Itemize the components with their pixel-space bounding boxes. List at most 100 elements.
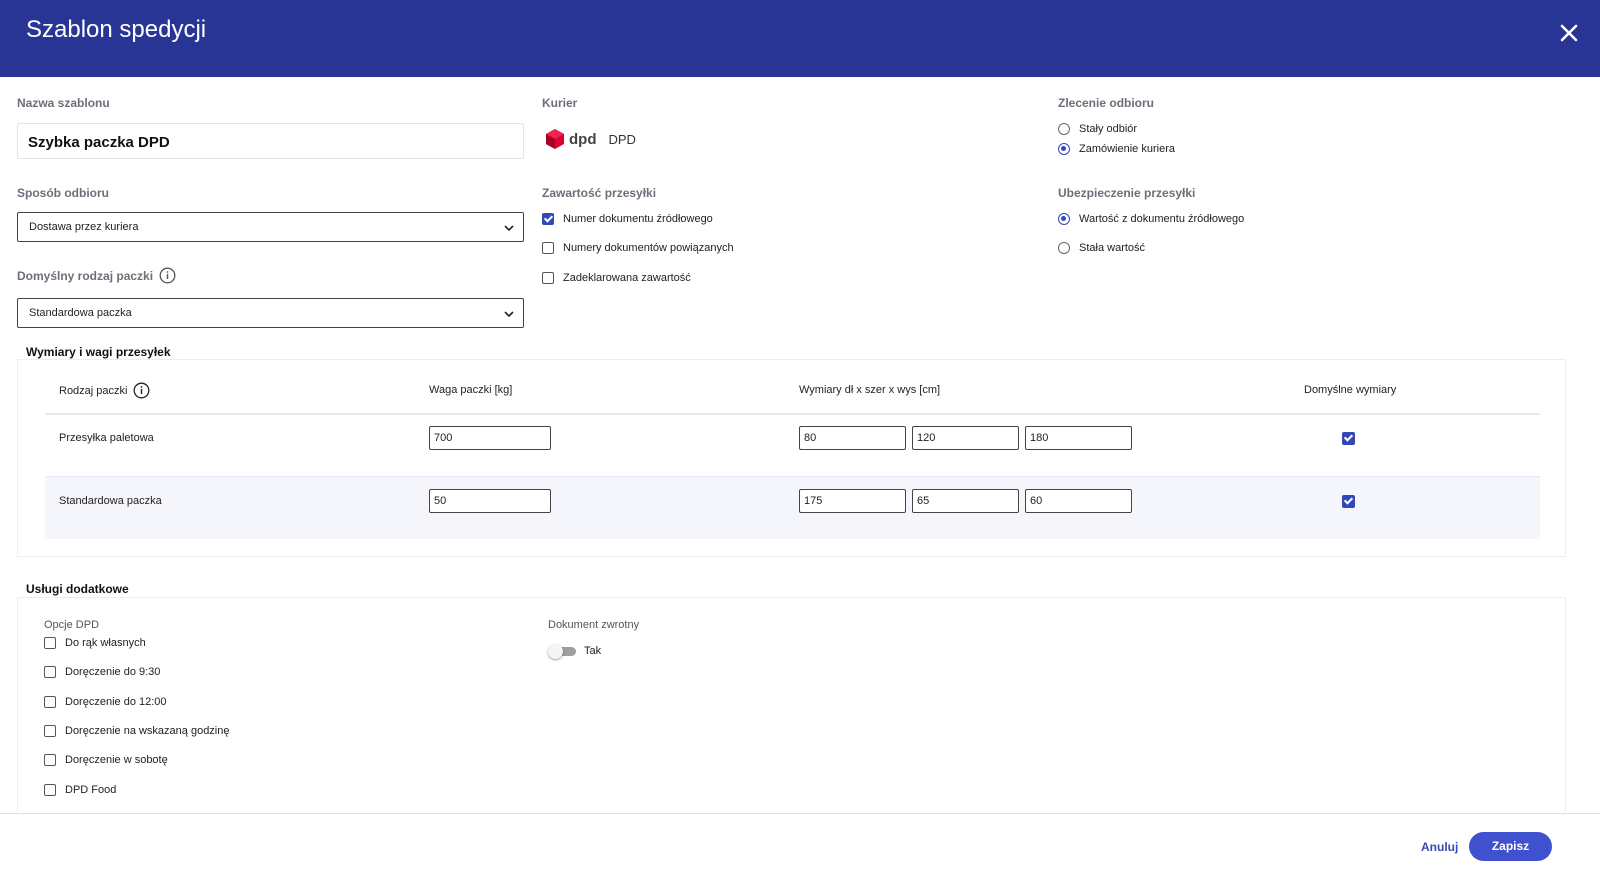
width-value: 120: [917, 432, 936, 444]
extra-services-title: Usługi dodatkowe: [26, 582, 129, 596]
option-label: Stała wartość: [1079, 242, 1146, 254]
default-dimensions-checkbox[interactable]: [1342, 495, 1355, 508]
row-package-type: Przesyłka paletowa: [59, 432, 154, 444]
length-value: 80: [804, 432, 817, 444]
dimensions-section-title: Wymiary i wagi przesyłek: [26, 345, 171, 359]
checkbox[interactable]: [44, 754, 56, 766]
radio[interactable]: [1058, 123, 1070, 135]
height-input[interactable]: 180: [1025, 426, 1132, 450]
length-input[interactable]: 80: [799, 426, 906, 450]
default-dimensions-checkbox[interactable]: [1342, 432, 1355, 445]
checkbox[interactable]: [542, 242, 554, 254]
pickup-method-select[interactable]: Dostawa przez kuriera: [17, 212, 524, 242]
cancel-button[interactable]: Anuluj: [1421, 840, 1458, 854]
col-header-dimensions: Wymiary dł x szer x wys [cm]: [799, 384, 941, 396]
default-package-select[interactable]: Standardowa paczka: [17, 298, 524, 328]
checkbox[interactable]: [44, 725, 56, 737]
checkbox[interactable]: [542, 213, 554, 225]
service-option[interactable]: Doręczenie do 9:30: [44, 666, 160, 678]
radio[interactable]: [1058, 143, 1070, 155]
height-value: 180: [1030, 432, 1049, 444]
radio[interactable]: [1058, 213, 1070, 225]
service-option[interactable]: Doręczenie w sobotę: [44, 754, 168, 766]
width-input[interactable]: 65: [912, 489, 1019, 513]
height-value: 60: [1030, 495, 1043, 507]
service-option[interactable]: Do rąk własnych: [44, 637, 146, 649]
dpd-options-label: Opcje DPD: [44, 619, 100, 631]
dpd-logo-icon: [546, 129, 564, 149]
length-input[interactable]: 175: [799, 489, 906, 513]
pickup-order-fixed-option[interactable]: Stały odbiór: [1058, 123, 1137, 135]
column-label: Rodzaj paczki: [59, 384, 128, 397]
dialog-title: Szablon spedycji: [26, 16, 207, 43]
pickup-method-label: Sposób odbioru: [17, 186, 109, 200]
contents-declared-option[interactable]: Zadeklarowana zawartość: [542, 272, 691, 284]
option-label: Zadeklarowana zawartość: [563, 272, 691, 284]
courier-display: dpd DPD: [544, 128, 636, 150]
template-name-value: Szybka paczka DPD: [28, 134, 170, 151]
option-label: Do rąk własnych: [65, 637, 146, 649]
default-package-label-row: Domyślny rodzaj paczki: [17, 267, 176, 284]
pickup-order-courier-option[interactable]: Zamówienie kuriera: [1058, 143, 1175, 155]
insurance-fixed-option[interactable]: Stała wartość: [1058, 242, 1145, 254]
option-label: Zamówienie kuriera: [1079, 143, 1175, 155]
weight-input[interactable]: 50: [429, 489, 551, 513]
return-document-toggle-row: Tak: [548, 644, 601, 659]
chevron-down-icon: [504, 311, 514, 318]
option-label: Doręczenie na wskazaną godzinę: [65, 725, 230, 737]
width-value: 65: [917, 495, 930, 507]
col-header-package-type: Rodzaj paczki: [59, 382, 150, 399]
extra-services-panel: [17, 597, 1566, 817]
shipment-contents-label: Zawartość przesyłki: [542, 186, 657, 200]
service-option[interactable]: Doręczenie do 12:00: [44, 696, 167, 708]
template-name-label: Nazwa szablonu: [17, 96, 110, 110]
default-package-value: Standardowa paczka: [29, 307, 132, 319]
save-button[interactable]: Zapisz: [1469, 832, 1552, 861]
template-name-input[interactable]: Szybka paczka DPD: [17, 123, 524, 159]
insurance-label: Ubezpieczenie przesyłki: [1058, 186, 1196, 200]
width-input[interactable]: 120: [912, 426, 1019, 450]
info-icon[interactable]: [159, 267, 176, 284]
table-row: [45, 477, 1540, 539]
table-row: [45, 415, 1540, 477]
insurance-source-doc-option[interactable]: Wartość z dokumentu źródłowego: [1058, 213, 1244, 225]
pickup-method-value: Dostawa przez kuriera: [29, 221, 139, 233]
chevron-down-icon: [504, 225, 514, 232]
dimensions-panel: Rodzaj paczki Waga paczki [kg] Wymiary d…: [17, 359, 1566, 557]
close-icon[interactable]: [1556, 20, 1582, 46]
radio[interactable]: [1058, 242, 1070, 254]
dialog-footer: Anuluj Zapisz: [0, 813, 1600, 892]
checkbox[interactable]: [44, 784, 56, 796]
col-header-default: Domyślne wymiary: [1304, 384, 1397, 396]
option-label: Wartość z dokumentu źródłowego: [1079, 213, 1245, 225]
weight-value: 50: [434, 495, 447, 507]
option-label: DPD Food: [65, 784, 117, 796]
service-option[interactable]: DPD Food: [44, 784, 116, 796]
col-header-weight: Waga paczki [kg]: [429, 384, 513, 396]
courier-name: DPD: [608, 131, 636, 147]
checkbox[interactable]: [44, 666, 56, 678]
return-document-label: Dokument zwrotny: [548, 619, 640, 631]
courier-logo-text: dpd: [569, 130, 597, 148]
weight-value: 700: [434, 432, 453, 444]
return-document-toggle[interactable]: [548, 644, 576, 659]
option-label: Doręczenie w sobotę: [65, 754, 168, 766]
option-label: Numery dokumentów powiązanych: [563, 242, 734, 254]
contents-source-doc-option[interactable]: Numer dokumentu źródłowego: [542, 213, 713, 225]
weight-input[interactable]: 700: [429, 426, 551, 450]
default-package-label: Domyślny rodzaj paczki: [17, 268, 154, 283]
pickup-order-label: Zlecenie odbioru: [1058, 96, 1155, 110]
contents-related-docs-option[interactable]: Numery dokumentów powiązanych: [542, 242, 734, 254]
service-option[interactable]: Doręczenie na wskazaną godzinę: [44, 725, 230, 737]
info-icon[interactable]: [133, 382, 150, 399]
checkbox[interactable]: [542, 272, 554, 284]
length-value: 175: [804, 495, 823, 507]
row-package-type: Standardowa paczka: [59, 495, 162, 507]
checkbox[interactable]: [44, 696, 56, 708]
courier-label: Kurier: [542, 96, 578, 110]
option-label: Stały odbiór: [1079, 123, 1138, 135]
option-label: Doręczenie do 9:30: [65, 666, 161, 678]
checkbox[interactable]: [44, 637, 56, 649]
height-input[interactable]: 60: [1025, 489, 1132, 513]
option-label: Numer dokumentu źródłowego: [563, 213, 713, 225]
